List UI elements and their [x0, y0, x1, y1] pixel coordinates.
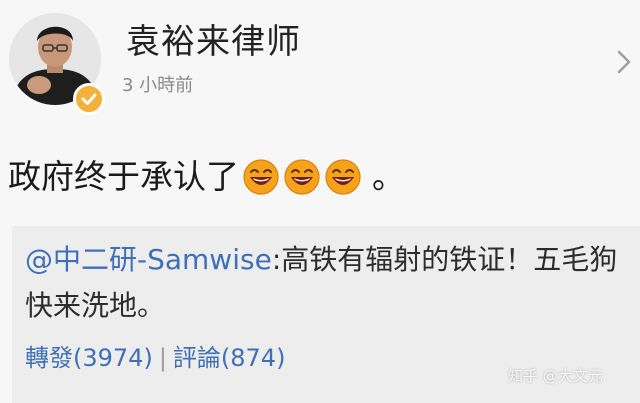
weibo-post: 袁裕来律师 3 小時前 政府终于承认了 。 @中二研-Samwise:高铁有辐射…: [0, 0, 640, 403]
quoted-post-text: @中二研-Samwise:高铁有辐射的铁证！五毛狗快来洗地。: [25, 237, 631, 329]
quoted-author-link[interactable]: @中二研-Samwise: [25, 243, 272, 276]
laughing-emoji-icon: [242, 158, 280, 196]
comment-link[interactable]: 評論(874): [173, 344, 286, 372]
post-text-end: 。: [372, 157, 405, 196]
post-text-content: 政府终于承认了: [8, 157, 239, 196]
post-text: 政府终于承认了 。: [8, 155, 405, 199]
repost-link[interactable]: 轉發(3974): [25, 344, 153, 372]
action-divider: |: [158, 344, 167, 372]
quoted-separator: :: [271, 243, 282, 276]
watermark: 知乎 @大文元: [508, 367, 603, 385]
post-timestamp: 3 小時前: [122, 75, 194, 96]
avatar[interactable]: [9, 13, 105, 115]
quoted-actions: 轉發(3974) | 評論(874): [25, 341, 285, 375]
chevron-right-icon[interactable]: [614, 46, 634, 78]
verified-badge-icon: [73, 83, 105, 115]
laughing-emoji-icon: [283, 158, 321, 196]
author-name[interactable]: 袁裕来律师: [126, 20, 301, 64]
laughing-emoji-icon: [324, 158, 362, 196]
